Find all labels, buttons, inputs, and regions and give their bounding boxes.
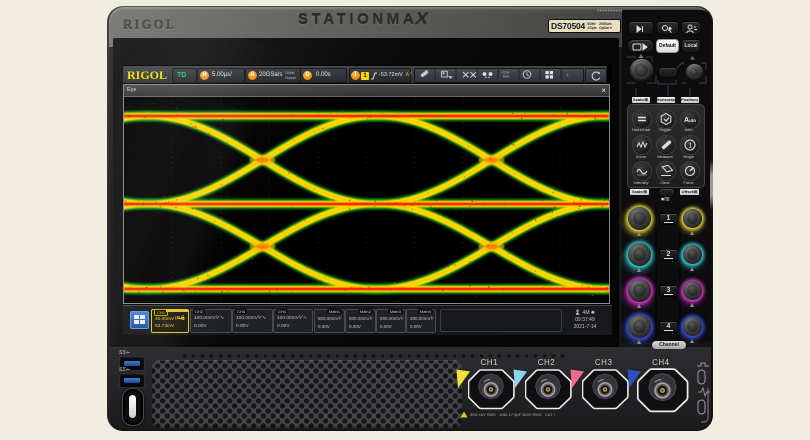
svg-text:■/⊞: ■/⊞: [661, 197, 670, 203]
svg-text:RUN: RUN: [503, 74, 510, 78]
svg-text:›: ›: [567, 72, 570, 79]
svg-text:Auto: Auto: [684, 117, 696, 124]
svg-text:1: 1: [688, 142, 692, 149]
